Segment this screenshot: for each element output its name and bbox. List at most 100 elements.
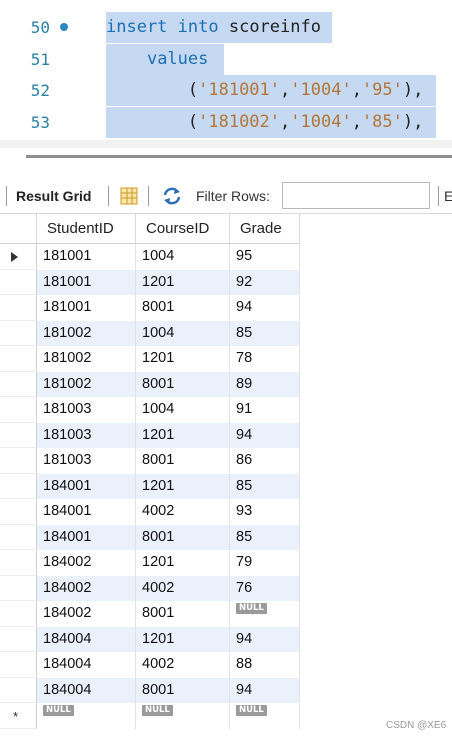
grid-cell[interactable]: 181003	[37, 422, 136, 448]
grid-cell[interactable]: 85	[230, 524, 300, 550]
grid-cell[interactable]: 4002	[136, 652, 230, 678]
grid-cell[interactable]: 85	[230, 473, 300, 499]
grid-cell[interactable]: 1201	[136, 626, 230, 652]
grid-cell[interactable]: 95	[230, 244, 300, 270]
grid-cell[interactable]: 1201	[136, 473, 230, 499]
table-row[interactable]: 184002 1201 79	[0, 550, 300, 576]
table-row[interactable]: 181001 8001 94	[0, 295, 300, 321]
row-header[interactable]	[0, 524, 37, 550]
grid-cell[interactable]: 184001	[37, 524, 136, 550]
table-row[interactable]: 184002 8001 NULL	[0, 601, 300, 627]
grid-cell[interactable]: NULL	[230, 703, 300, 729]
table-row[interactable]: 184004 8001 94	[0, 677, 300, 703]
row-header[interactable]	[0, 295, 37, 321]
column-header[interactable]: Grade	[230, 214, 300, 244]
grid-cell[interactable]: 94	[230, 626, 300, 652]
grid-cell[interactable]: 93	[230, 499, 300, 525]
grid-cell[interactable]: 8001	[136, 448, 230, 474]
code-line[interactable]: 53 ('181002','1004','85'),	[0, 107, 452, 138]
row-header[interactable]	[0, 346, 37, 372]
table-row[interactable]: 181001 1201 92	[0, 269, 300, 295]
grid-cell[interactable]: 8001	[136, 371, 230, 397]
row-header[interactable]	[0, 448, 37, 474]
grid-cell[interactable]: 94	[230, 295, 300, 321]
grid-cell[interactable]: 1004	[136, 320, 230, 346]
grid-cell[interactable]: 89	[230, 371, 300, 397]
result-grid-tab[interactable]: Result Grid	[16, 188, 91, 204]
grid-cell[interactable]: 4002	[136, 499, 230, 525]
grid-cell[interactable]: 86	[230, 448, 300, 474]
grid-cell[interactable]: 181002	[37, 346, 136, 372]
grid-cell[interactable]: 94	[230, 422, 300, 448]
grid-cell[interactable]: 8001	[136, 601, 230, 627]
table-row[interactable]: 181003 1004 91	[0, 397, 300, 423]
grid-cell[interactable]: 85	[230, 320, 300, 346]
grid-cell[interactable]: 181001	[37, 295, 136, 321]
grid-cell[interactable]: 184002	[37, 575, 136, 601]
refresh-icon[interactable]	[162, 187, 182, 205]
grid-cell[interactable]: 184004	[37, 626, 136, 652]
toolbar-overflow-label[interactable]: E	[444, 188, 452, 204]
grid-cell[interactable]: 184001	[37, 473, 136, 499]
grid-cell[interactable]: 181001	[37, 244, 136, 270]
grid-cell[interactable]: 8001	[136, 677, 230, 703]
grid-cell[interactable]: 1201	[136, 550, 230, 576]
row-header[interactable]	[0, 269, 37, 295]
table-row[interactable]: 184001 8001 85	[0, 524, 300, 550]
new-row[interactable]: * NULL NULL NULL	[0, 703, 300, 729]
row-header[interactable]	[0, 422, 37, 448]
table-row[interactable]: 181002 1004 85	[0, 320, 300, 346]
table-row[interactable]: 184004 4002 88	[0, 652, 300, 678]
grid-cell[interactable]: 8001	[136, 524, 230, 550]
table-row[interactable]: 181002 1201 78	[0, 346, 300, 372]
row-header[interactable]	[0, 473, 37, 499]
grid-corner[interactable]	[0, 214, 37, 244]
table-row[interactable]: 184001 1201 85	[0, 473, 300, 499]
row-header[interactable]	[0, 320, 37, 346]
grid-cell[interactable]: 181003	[37, 448, 136, 474]
grid-cell[interactable]: 181001	[37, 269, 136, 295]
grid-cell[interactable]: 184002	[37, 601, 136, 627]
sql-editor[interactable]: 50 insert into scoreinfo 51 values 52 ('181…	[0, 0, 452, 148]
row-header[interactable]	[0, 601, 37, 627]
grid-cell[interactable]: 94	[230, 677, 300, 703]
table-row[interactable]: 181003 1201 94	[0, 422, 300, 448]
row-header[interactable]	[0, 499, 37, 525]
grid-cell[interactable]: 88	[230, 652, 300, 678]
panel-splitter[interactable]	[26, 155, 452, 158]
row-header[interactable]	[0, 575, 37, 601]
grid-cell[interactable]: 184001	[37, 499, 136, 525]
row-header[interactable]	[0, 371, 37, 397]
grid-cell[interactable]: 1004	[136, 244, 230, 270]
breakpoint-dot-icon[interactable]	[60, 23, 68, 31]
grid-cell[interactable]: NULL	[230, 601, 300, 627]
row-header[interactable]: *	[0, 703, 37, 729]
table-row[interactable]: 184002 4002 76	[0, 575, 300, 601]
row-header[interactable]	[0, 652, 37, 678]
column-header[interactable]: StudentID	[37, 214, 136, 244]
code-line[interactable]: 50 insert into scoreinfo	[0, 12, 452, 43]
grid-cell[interactable]: 184002	[37, 550, 136, 576]
table-row[interactable]: 184001 4002 93	[0, 499, 300, 525]
grid-cell[interactable]: NULL	[136, 703, 230, 729]
grid-view-icon[interactable]	[120, 187, 138, 205]
grid-cell[interactable]: 181003	[37, 397, 136, 423]
grid-cell[interactable]: 76	[230, 575, 300, 601]
row-header[interactable]	[0, 677, 37, 703]
row-header[interactable]	[0, 550, 37, 576]
grid-cell[interactable]: 1201	[136, 422, 230, 448]
table-row[interactable]: 181001 1004 95	[0, 244, 300, 270]
grid-cell[interactable]: 79	[230, 550, 300, 576]
grid-cell[interactable]: 1201	[136, 269, 230, 295]
grid-cell[interactable]: 181002	[37, 320, 136, 346]
grid-cell[interactable]: 4002	[136, 575, 230, 601]
grid-cell[interactable]: 181002	[37, 371, 136, 397]
table-row[interactable]: 181003 8001 86	[0, 448, 300, 474]
grid-cell[interactable]: 91	[230, 397, 300, 423]
code-line[interactable]: 52 ('181001','1004','95'),	[0, 75, 452, 106]
code-line[interactable]: 51 values	[0, 44, 452, 75]
grid-cell[interactable]: 184004	[37, 677, 136, 703]
filter-rows-input[interactable]	[282, 182, 430, 209]
row-header[interactable]	[0, 397, 37, 423]
row-header[interactable]	[0, 244, 37, 270]
